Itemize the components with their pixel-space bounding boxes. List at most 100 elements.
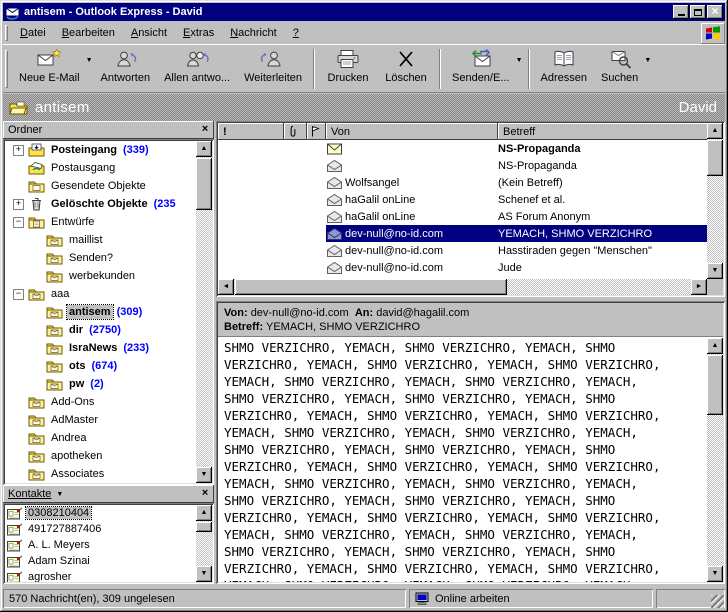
folder-label[interactable]: Entwürfe: [49, 215, 96, 229]
reply-button[interactable]: ▼ Antworten: [94, 46, 158, 92]
contact-item[interactable]: 491727887406: [5, 521, 196, 537]
folder-tree-item[interactable]: pw (2): [5, 375, 196, 393]
message-list-scroll-thumb[interactable]: [707, 140, 723, 176]
close-contacts-pane-button[interactable]: ×: [198, 488, 212, 501]
title-bar[interactable]: antisem - Outlook Express - David ×: [3, 3, 725, 21]
folder-tree-item[interactable]: Associates: [5, 465, 196, 483]
tree-expander-icon[interactable]: +: [13, 199, 24, 210]
tree-expander-icon[interactable]: −: [13, 217, 24, 228]
contact-item[interactable]: agrosher: [5, 569, 196, 582]
reply-all-button[interactable]: ▼ Allen antwo...: [157, 46, 237, 92]
scroll-up-icon[interactable]: ▲: [196, 505, 212, 521]
folder-label[interactable]: Senden?: [67, 251, 115, 265]
find-button[interactable]: ▼ Suchen: [594, 46, 652, 92]
message-row[interactable]: dev-null@no-id.com Jude: [218, 259, 709, 276]
menu-item-ansicht[interactable]: Ansicht: [123, 24, 175, 42]
minimize-button[interactable]: [673, 5, 689, 19]
scroll-down-icon[interactable]: ▼: [707, 566, 723, 582]
dropdown-arrow-icon[interactable]: ▼: [644, 57, 651, 64]
folder-label[interactable]: aaa: [49, 287, 71, 301]
folder-tree-item[interactable]: IsraNews (233): [5, 339, 196, 357]
send-receive-button[interactable]: ▼ Senden/E...: [445, 46, 524, 92]
message-row[interactable]: NS-Propaganda: [218, 157, 709, 174]
close-folders-pane-button[interactable]: ×: [198, 124, 212, 137]
folder-tree-item[interactable]: ots (674): [5, 357, 196, 375]
folder-label[interactable]: Andrea: [49, 431, 88, 445]
message-row[interactable]: haGalil onLine AS Forum Anonym: [218, 208, 709, 225]
scroll-down-icon[interactable]: ▼: [196, 566, 212, 582]
tree-expander-icon[interactable]: −: [13, 289, 24, 300]
message-list-vscrollbar[interactable]: ▲ ▼: [707, 123, 723, 279]
scroll-left-icon[interactable]: ◄: [218, 279, 234, 295]
folder-label[interactable]: dir: [67, 323, 85, 337]
new-mail-button[interactable]: ▼ Neue E-Mail: [12, 46, 94, 92]
scroll-up-icon[interactable]: ▲: [196, 141, 212, 157]
tree-expander-icon[interactable]: +: [13, 145, 24, 156]
folder-label[interactable]: antisem: [67, 305, 113, 319]
delete-button[interactable]: ▼ Löschen: [377, 46, 435, 92]
menu-item-bearbeiten[interactable]: Bearbeiten: [54, 24, 123, 42]
folder-label[interactable]: IsraNews: [67, 341, 119, 355]
folder-tree-item[interactable]: + Posteingang (339): [5, 141, 196, 159]
folder-label[interactable]: Gesendete Objekte: [49, 179, 148, 193]
folder-label[interactable]: Gelöschte Objekte: [49, 197, 150, 211]
folder-tree-item[interactable]: werbekunden: [5, 267, 196, 285]
contact-item[interactable]: A. L. Meyers: [5, 537, 196, 553]
message-row[interactable]: Wolfsangel (Kein Betreff): [218, 174, 709, 191]
folder-tree-item[interactable]: Gesendete Objekte: [5, 177, 196, 195]
contact-item[interactable]: 0308210404: [5, 505, 196, 521]
menu-item-?[interactable]: ?: [285, 24, 307, 42]
message-list-hscroll-thumb[interactable]: [235, 279, 507, 295]
message-row[interactable]: dev-null@no-id.com YEMACH, SHMO VERZICHR…: [218, 225, 709, 242]
folder-tree-scrollbar[interactable]: ▲ ▼: [196, 141, 212, 483]
message-row[interactable]: dev-null@no-id.com Hasstiraden gegen "Me…: [218, 242, 709, 259]
folder-tree-item[interactable]: + Gelöschte Objekte (235: [5, 195, 196, 213]
toolbar-grip[interactable]: [5, 50, 8, 88]
preview-scrollbar[interactable]: ▲ ▼: [707, 338, 723, 582]
folder-label[interactable]: pw: [67, 377, 86, 391]
menu-item-extras[interactable]: Extras: [175, 24, 222, 42]
folder-label[interactable]: werbekunden: [67, 269, 137, 283]
menu-item-nachricht[interactable]: Nachricht: [222, 24, 284, 42]
folder-tree-item[interactable]: Andrea: [5, 429, 196, 447]
folder-tree-item[interactable]: dir (2750): [5, 321, 196, 339]
scroll-up-icon[interactable]: ▲: [707, 338, 723, 354]
folder-tree-scroll-thumb[interactable]: [196, 158, 212, 210]
folder-label[interactable]: Add-Ons: [49, 395, 96, 409]
folder-label[interactable]: maillist: [67, 233, 105, 247]
preview-scroll-thumb[interactable]: [707, 355, 723, 415]
folder-label[interactable]: apotheken: [49, 449, 104, 463]
folder-label[interactable]: AdMaster: [49, 413, 100, 427]
folder-tree-item[interactable]: antisem (309): [5, 303, 196, 321]
folder-tree-item[interactable]: Senden?: [5, 249, 196, 267]
message-list-hscrollbar[interactable]: ◄ ►: [218, 279, 707, 295]
folder-tree-item[interactable]: Postausgang: [5, 159, 196, 177]
folder-tree-item[interactable]: AdMaster: [5, 411, 196, 429]
print-button[interactable]: ▼ Drucken: [319, 46, 377, 92]
paperclip-column-header[interactable]: [284, 123, 307, 140]
folder-label[interactable]: Posteingang: [49, 143, 119, 157]
scroll-down-icon[interactable]: ▼: [707, 263, 723, 279]
column-header-![interactable]: !: [218, 123, 284, 140]
folder-tree-item[interactable]: Add-Ons: [5, 393, 196, 411]
dropdown-arrow-icon[interactable]: ▼: [516, 57, 523, 64]
addresses-button[interactable]: ▼ Adressen: [534, 46, 594, 92]
menu-grip[interactable]: [5, 25, 8, 41]
dropdown-arrow-icon[interactable]: ▼: [86, 57, 93, 64]
folder-tree-item[interactable]: − Entwürfe: [5, 213, 196, 231]
resize-grip[interactable]: [711, 595, 724, 608]
contacts-scrollbar[interactable]: ▲ ▼: [196, 505, 212, 582]
folder-label[interactable]: ots: [67, 359, 88, 373]
scroll-down-icon[interactable]: ▼: [196, 467, 212, 483]
message-row[interactable]: NS-Propaganda: [218, 140, 709, 157]
flag-column-header[interactable]: [307, 123, 326, 140]
close-button[interactable]: ×: [707, 5, 723, 19]
folder-tree-item[interactable]: maillist: [5, 231, 196, 249]
message-row[interactable]: haGalil onLine Schenef et al.: [218, 191, 709, 208]
folder-label[interactable]: Postausgang: [49, 161, 117, 175]
chevron-down-icon[interactable]: ▼: [56, 491, 63, 498]
folder-label[interactable]: Associates: [49, 467, 106, 481]
contacts-scroll-thumb[interactable]: [196, 522, 212, 532]
folder-tree-item[interactable]: − aaa: [5, 285, 196, 303]
scroll-up-icon[interactable]: ▲: [707, 123, 723, 139]
